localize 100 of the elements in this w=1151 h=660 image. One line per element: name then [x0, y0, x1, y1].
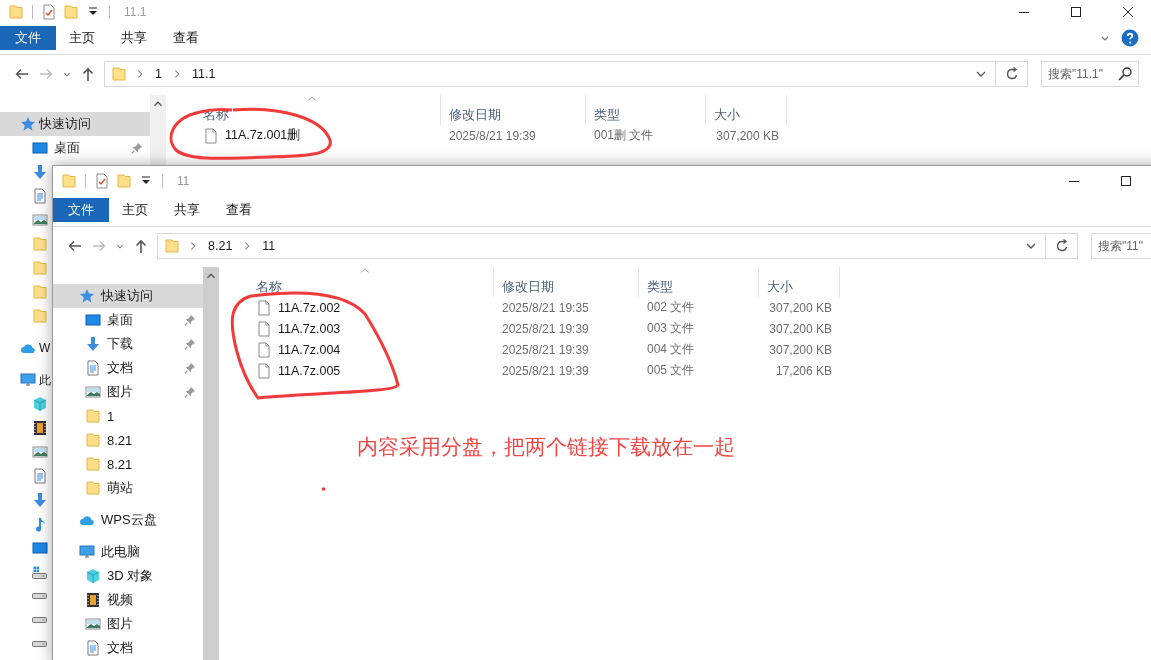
- ribbon-tab[interactable]: 主页: [56, 26, 108, 50]
- desktop-icon: [32, 140, 48, 156]
- sidebar-item[interactable]: 快速访问: [53, 284, 203, 308]
- breadcrumb[interactable]: 11.1: [189, 67, 218, 81]
- sidebar-item[interactable]: 下载: [53, 332, 203, 356]
- breadcrumb[interactable]: 1: [153, 67, 164, 81]
- film-icon: [85, 592, 101, 608]
- sidebar-item[interactable]: 桌面: [53, 308, 203, 332]
- column-header[interactable]: 类型: [586, 95, 706, 125]
- sidebar-item[interactable]: 3D 对象: [53, 564, 203, 588]
- left-arrow-icon: [67, 238, 83, 254]
- search-field[interactable]: 搜索"11": [1091, 233, 1151, 259]
- folder-icon: [8, 4, 24, 20]
- file-type: 003 文件: [647, 320, 695, 337]
- sidebar-item[interactable]: 8.21: [53, 452, 203, 476]
- column-header[interactable]: 名称: [233, 267, 494, 297]
- refresh-button[interactable]: [996, 61, 1028, 87]
- pin-icon: [183, 385, 197, 399]
- folder-icon: [32, 308, 48, 324]
- sidebar-item[interactable]: 桌面: [0, 136, 150, 160]
- sidebar-item[interactable]: 视频: [53, 588, 203, 612]
- folder-icon: [85, 408, 101, 424]
- window-title: 11.1: [124, 5, 147, 19]
- down-arrow-icon: [32, 492, 48, 508]
- drive-icon: [32, 593, 47, 599]
- column-header[interactable]: 大小: [759, 267, 840, 297]
- sidebar-item[interactable]: 萌站: [53, 476, 203, 500]
- annotation-note: 内容采用分盘，把两个链接下载放在一起: [357, 434, 735, 460]
- column-header[interactable]: 大小: [706, 95, 787, 125]
- modified-date: 2025/8/21 19:39: [502, 342, 589, 357]
- folder-icon: [85, 480, 101, 496]
- folder-icon: [32, 284, 48, 300]
- sidebar-item[interactable]: 快速访问: [0, 112, 150, 136]
- folder-icon: [85, 456, 101, 472]
- sidebar-item[interactable]: 此: [0, 368, 52, 392]
- file-icon: [256, 362, 272, 379]
- file-name[interactable]: 11A.7z.004: [278, 342, 341, 357]
- picture-icon: [85, 616, 101, 632]
- document-icon: [32, 468, 48, 484]
- file-icon: [256, 341, 272, 358]
- checklist-icon: [94, 173, 110, 189]
- pin-icon: [183, 337, 197, 351]
- folder-icon: [32, 236, 48, 252]
- refresh-button[interactable]: [1046, 233, 1078, 259]
- ribbon-tab[interactable]: 查看: [160, 26, 212, 50]
- column-header[interactable]: 修改日期: [494, 267, 639, 297]
- up-arrow-icon: [133, 238, 149, 254]
- minimize-icon: [1019, 11, 1029, 13]
- picture-icon: [32, 444, 48, 460]
- file-name[interactable]: 11A.7z.003: [278, 321, 341, 336]
- file-size: 307,200 KB: [716, 128, 779, 143]
- folder-icon: [111, 66, 127, 82]
- file-type: 002 文件: [647, 299, 695, 316]
- file-menu-tab[interactable]: 文件: [53, 198, 109, 222]
- column-header[interactable]: 类型: [639, 267, 759, 297]
- computer-icon: [20, 372, 36, 388]
- sidebar-item[interactable]: 文档: [53, 636, 203, 660]
- right-arrow-icon: [91, 238, 107, 254]
- file-name[interactable]: 11A.7z.001删: [225, 127, 301, 144]
- checklist-icon: [41, 4, 57, 20]
- desktop-icon: [85, 312, 101, 328]
- down-arrow-icon: [32, 164, 48, 180]
- breadcrumb[interactable]: 8.21: [206, 239, 235, 253]
- quick-access-button[interactable]: [94, 173, 110, 189]
- file-icon: [256, 320, 272, 337]
- sidebar-item[interactable]: 文档: [53, 356, 203, 380]
- file-size: 307,200 KB: [769, 300, 832, 315]
- file-name[interactable]: 11A.7z.002: [278, 300, 341, 315]
- sidebar-item[interactable]: 1: [53, 404, 203, 428]
- file-size: 307,200 KB: [769, 321, 832, 336]
- file-menu-tab[interactable]: 文件: [0, 26, 56, 50]
- sidebar-item[interactable]: WPS云盘: [53, 508, 203, 532]
- sidebar-item[interactable]: 图片: [53, 380, 203, 404]
- help-button[interactable]: [1121, 29, 1139, 47]
- sidebar-item[interactable]: 此电脑: [53, 540, 203, 564]
- modified-date: 2025/8/21 19:39: [502, 363, 589, 378]
- quick-access-button[interactable]: [41, 4, 57, 20]
- film-icon: [32, 420, 48, 436]
- sidebar-item[interactable]: W: [0, 336, 52, 360]
- modified-date: 2025/8/21 19:39: [502, 321, 589, 336]
- ribbon-tab[interactable]: 共享: [108, 26, 160, 50]
- down-arrow-icon: [85, 336, 101, 352]
- ribbon-tab[interactable]: 查看: [213, 198, 265, 222]
- file-name[interactable]: 11A.7z.005: [278, 363, 341, 378]
- folder-icon: [164, 238, 180, 254]
- computer-icon: [79, 544, 95, 560]
- search-field[interactable]: 搜索"11.1": [1041, 61, 1139, 87]
- right-arrow-icon: [38, 66, 54, 82]
- ribbon-tab[interactable]: 共享: [161, 198, 213, 222]
- breadcrumb[interactable]: 11: [260, 239, 278, 253]
- pin-icon: [183, 313, 197, 327]
- star-icon: [79, 288, 95, 304]
- address-bar[interactable]: 1 11.1: [104, 61, 996, 87]
- file-icon: [203, 127, 219, 144]
- folder-icon: [85, 432, 101, 448]
- ribbon-tab[interactable]: 主页: [109, 198, 161, 222]
- column-header[interactable]: 修改日期: [441, 95, 586, 125]
- address-bar[interactable]: 8.21 11: [157, 233, 1046, 259]
- sidebar-item[interactable]: 图片: [53, 612, 203, 636]
- sidebar-item[interactable]: 8.21: [53, 428, 203, 452]
